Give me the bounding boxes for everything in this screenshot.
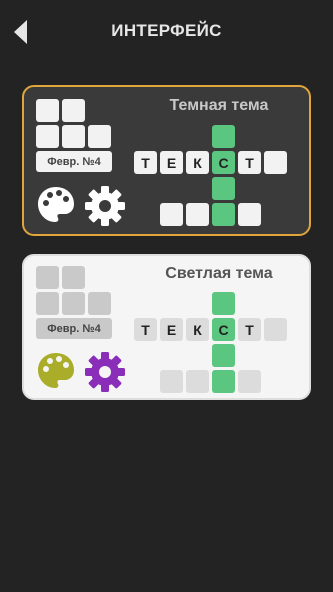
crossword-letter: Т: [238, 318, 261, 341]
crossword-letter: Т: [238, 151, 261, 174]
crossword-cell: [238, 370, 261, 393]
crossword-cell: [186, 203, 209, 226]
palette-icon: [38, 353, 74, 388]
date-label: Февр. №4: [36, 151, 112, 172]
date-label: Февр. №4: [36, 318, 112, 339]
grid-cell: [62, 99, 85, 122]
dark-theme-option[interactable]: Февр. №4 Темная тема Т Е К С Т: [22, 85, 311, 236]
light-theme-option[interactable]: Февр. №4 Светлая тема Т Е К С Т: [22, 254, 311, 400]
light-theme-title: Светлая тема: [165, 265, 273, 282]
crossword-letter: К: [186, 318, 209, 341]
grid-cell: [88, 125, 111, 148]
crossword-cell: [160, 370, 183, 393]
grid-cell: [62, 292, 85, 315]
dark-theme-title: Темная тема: [169, 97, 269, 114]
header: ИНТЕРФЕЙС: [0, 0, 333, 64]
crossword-cell: [212, 370, 235, 393]
crossword-cell: [264, 318, 287, 341]
gear-icon: [85, 186, 125, 226]
grid-cell: [36, 125, 59, 148]
crossword-cell: [212, 344, 235, 367]
crossword-cell: [212, 203, 235, 226]
grid-cell: [88, 292, 111, 315]
crossword-cell: [160, 203, 183, 226]
crossword-cell: [264, 151, 287, 174]
crossword-cell: [186, 370, 209, 393]
grid-cell: [36, 292, 59, 315]
grid-cell: [62, 266, 85, 289]
crossword-cell: [238, 203, 261, 226]
grid-cell: [62, 125, 85, 148]
crossword-letter: Т: [134, 318, 157, 341]
palette-icon: [38, 187, 74, 222]
crossword-cell: [212, 125, 235, 148]
grid-cell: [36, 266, 59, 289]
crossword-cell: [212, 177, 235, 200]
crossword-letter: Т: [134, 151, 157, 174]
crossword-letter: С: [212, 318, 235, 341]
crossword-cell: [212, 292, 235, 315]
page-title: ИНТЕРФЕЙС: [111, 21, 222, 40]
crossword-letter: Е: [160, 318, 183, 341]
crossword-letter: Е: [160, 151, 183, 174]
gear-icon: [85, 352, 125, 392]
crossword-letter: С: [212, 151, 235, 174]
crossword-letter: К: [186, 151, 209, 174]
grid-cell: [36, 99, 59, 122]
